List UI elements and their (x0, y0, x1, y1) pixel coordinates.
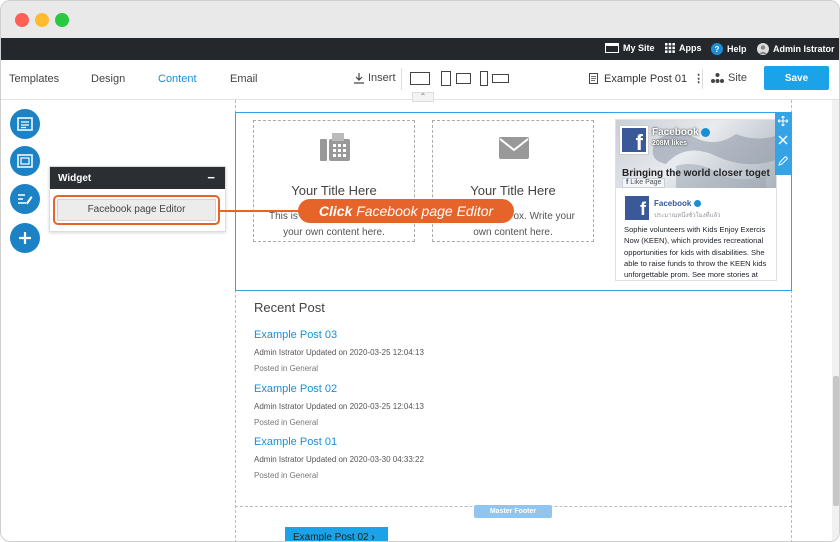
recent-post-meta: Admin Istrator Updated on 2020-03-30 04:… (254, 455, 424, 464)
maximize-window-button[interactable] (55, 13, 69, 27)
document-icon (589, 73, 598, 84)
toolbar-divider (401, 68, 402, 90)
facebook-page-logo: f (619, 125, 649, 155)
next-post-button[interactable]: Example Post 02 › (285, 527, 388, 542)
site-menu[interactable]: Site (711, 72, 747, 84)
callout-connector (220, 210, 300, 212)
pages-panel-button[interactable] (10, 109, 40, 139)
browser-icon (605, 43, 619, 53)
tab-templates[interactable]: Templates (9, 73, 59, 85)
feature-box-1[interactable]: Your Title Here This is your own content… (253, 120, 415, 242)
minimize-icon[interactable]: − (207, 170, 215, 185)
toolbar-divider (702, 69, 703, 89)
widgets-panel-button[interactable] (10, 184, 40, 214)
user-menu[interactable]: Admin Istrator (757, 43, 835, 55)
recent-post-category: Posted in General (254, 471, 319, 480)
feature-text-line: your own content here. (283, 227, 385, 238)
sections-panel-button[interactable] (10, 146, 40, 176)
apps-grid-icon (665, 43, 675, 53)
apps-label: Apps (679, 43, 702, 53)
avatar-icon (757, 43, 769, 55)
feature-text-line: own content here. (473, 227, 553, 238)
master-footer-label[interactable]: Master Footer (474, 505, 552, 518)
feature-title: Your Title Here (291, 183, 377, 198)
edit-list-icon (18, 194, 33, 205)
admin-topbar: My Site Apps ? Help Admin Istrator (1, 38, 839, 60)
user-name: Admin Istrator (773, 44, 835, 54)
download-icon (354, 73, 364, 84)
facebook-post-time: ประมาณหนึ่งชั่วโมงที่แล้ว (654, 213, 721, 219)
close-window-button[interactable] (15, 13, 29, 27)
desktop-view-icon[interactable] (410, 72, 430, 85)
tablet-portrait-icon[interactable] (441, 71, 451, 86)
tab-design[interactable]: Design (91, 73, 125, 85)
fax-icon (320, 133, 350, 161)
window-titlebar (1, 1, 839, 38)
close-icon[interactable] (778, 135, 788, 145)
move-icon[interactable] (778, 116, 788, 126)
facebook-page-widget[interactable]: f Facebook 208M likes Bringing the world… (615, 119, 777, 281)
tablet-landscape-icon[interactable] (456, 73, 471, 84)
tab-content[interactable]: Content (158, 73, 197, 85)
facebook-post-text: Sophie volunteers with Kids Enjoy Exerci… (624, 225, 767, 280)
mobile-landscape-icon[interactable] (492, 74, 509, 83)
chevron-right-icon: › (371, 532, 375, 542)
recent-post-meta: Admin Istrator Updated on 2020-03-25 12:… (254, 348, 424, 357)
site-label: Site (728, 72, 747, 84)
facebook-cover: f Facebook 208M likes Bringing the world… (616, 120, 776, 188)
facebook-post-avatar: f (625, 196, 649, 220)
widget-panel-title: Widget (58, 173, 92, 184)
insert-label: Insert (368, 72, 396, 84)
app-window: My Site Apps ? Help Admin Istrator Templ… (0, 0, 840, 542)
sitemap-icon (711, 73, 724, 83)
scrollbar-thumb[interactable] (833, 376, 839, 506)
add-element-button[interactable] (10, 223, 40, 253)
page-name: Example Post 01 (604, 72, 688, 85)
like-page-button[interactable]: f Like Page (622, 178, 666, 188)
verified-badge-icon (693, 200, 701, 208)
help-label: Help (727, 44, 747, 54)
recent-post-heading: Recent Post (254, 300, 325, 315)
facebook-small-icon: f (626, 179, 629, 186)
section-icon (17, 154, 33, 168)
edit-pencil-icon[interactable] (778, 156, 788, 166)
recent-post-meta: Admin Istrator Updated on 2020-03-25 12:… (254, 402, 424, 411)
widget-panel-header: Widget − (50, 167, 225, 189)
apps-link[interactable]: Apps (665, 43, 702, 53)
highlight-ring (53, 195, 220, 225)
callout-text: Facebook page Editor (356, 203, 494, 219)
tab-email[interactable]: Email (230, 73, 258, 85)
envelope-icon (499, 137, 529, 159)
feature-box-2[interactable]: Your Title Here ox. Write your own conte… (432, 120, 594, 242)
feature-title: Your Title Here (470, 183, 556, 198)
facebook-likes-count: 208M likes (652, 140, 688, 147)
plus-icon (19, 232, 31, 244)
save-button[interactable]: Save (764, 66, 829, 90)
my-site-link[interactable]: My Site (605, 43, 655, 53)
facebook-page-name[interactable]: Facebook (652, 127, 711, 138)
layout-icon (17, 117, 33, 131)
mobile-portrait-icon[interactable] (480, 71, 488, 86)
widget-control-strip (775, 112, 791, 175)
my-site-label: My Site (623, 43, 655, 53)
facebook-post-author[interactable]: Facebook (654, 199, 701, 208)
facebook-logo-icon: f (622, 128, 646, 155)
collapse-up-icon[interactable]: ⌃ (412, 92, 434, 102)
recent-post-link[interactable]: Example Post 03 (254, 329, 337, 341)
verified-badge-icon (701, 127, 711, 137)
page-selector[interactable]: Example Post 01 ⋮ (589, 72, 704, 85)
instruction-callout: Click Facebook page Editor (298, 199, 514, 223)
minimize-window-button[interactable] (35, 13, 49, 27)
recent-post-category: Posted in General (254, 418, 319, 427)
recent-post-category: Posted in General (254, 364, 319, 373)
insert-button[interactable]: Insert (353, 72, 396, 84)
help-link[interactable]: ? Help (711, 43, 747, 55)
recent-post-link[interactable]: Example Post 01 (254, 436, 337, 448)
recent-post-link[interactable]: Example Post 02 (254, 383, 337, 395)
svg-text:?: ? (715, 45, 720, 54)
help-icon: ? (711, 43, 723, 55)
callout-prefix: Click (318, 203, 353, 219)
